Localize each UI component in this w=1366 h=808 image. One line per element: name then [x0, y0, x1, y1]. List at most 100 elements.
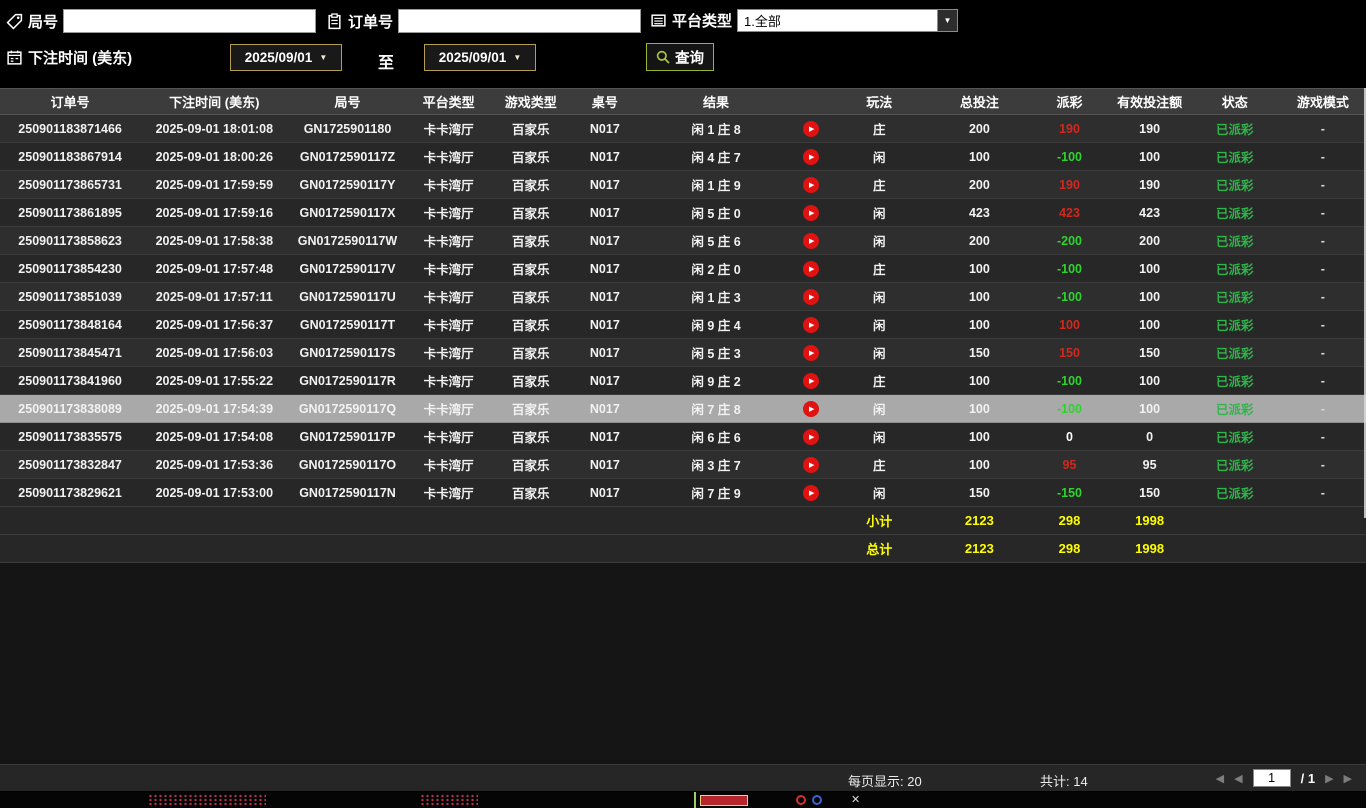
total-label: 总计: [829, 534, 930, 563]
page-input[interactable]: [1252, 769, 1291, 787]
cell-game-type: 百家乐: [490, 338, 571, 367]
column-header-result: 结果: [638, 88, 830, 115]
cell-result: 闲 6 庄 6 ▶: [638, 422, 830, 451]
cell-bet-time: 2025-09-01 17:54:08: [140, 422, 289, 451]
video-play-icon[interactable]: ▶: [793, 428, 829, 445]
cell-round-no: GN0172590117W: [288, 226, 407, 255]
prev-page-button[interactable]: ◀: [1234, 772, 1242, 785]
table-row[interactable]: 250901173838089 2025-09-01 17:54:39 GN01…: [0, 394, 1366, 423]
footer-bar: 每页显示: 20 共计: 14 ◀ ◀ / 1 ▶ ▶: [0, 764, 1366, 792]
video-play-icon[interactable]: ▶: [793, 372, 829, 389]
table-row[interactable]: 250901173845471 2025-09-01 17:56:03 GN01…: [0, 338, 1366, 367]
platform-select[interactable]: 1.全部 ▼: [737, 9, 959, 32]
first-page-button[interactable]: ◀: [1216, 772, 1224, 785]
result-text: 闲 7 庄 8: [691, 403, 741, 417]
cell-total-bet: 100: [929, 282, 1030, 311]
video-play-icon[interactable]: ▶: [793, 120, 829, 137]
last-page-button[interactable]: ▶: [1344, 772, 1352, 785]
cell-result: 闲 9 庄 2 ▶: [638, 366, 830, 395]
cell-play: 闲: [829, 422, 930, 451]
column-header-order-no: 订单号: [0, 88, 141, 115]
cell-round-no: GN0172590117V: [288, 254, 407, 283]
cell-total-bet: 200: [929, 114, 1030, 143]
table-row[interactable]: 250901173835575 2025-09-01 17:54:08 GN01…: [0, 422, 1366, 451]
table-row[interactable]: 250901173858623 2025-09-01 17:58:38 GN01…: [0, 226, 1366, 255]
table-body: 250901183871466 2025-09-01 18:01:08 GN17…: [0, 114, 1366, 507]
video-play-icon[interactable]: ▶: [793, 316, 829, 333]
bet-time-filter-group: 下注时间 (美东): [6, 47, 132, 68]
background-window-strip: ✕: [0, 792, 1366, 808]
cell-play: 闲: [829, 478, 930, 507]
search-button[interactable]: 查询: [646, 43, 714, 71]
cell-play: 闲: [829, 310, 930, 339]
cell-result: 闲 1 庄 8 ▶: [638, 114, 830, 143]
table-row[interactable]: 250901173861895 2025-09-01 17:59:16 GN01…: [0, 198, 1366, 227]
cell-bet-time: 2025-09-01 17:58:38: [140, 226, 289, 255]
cell-status: 已派彩: [1189, 254, 1280, 283]
result-text: 闲 1 庄 9: [691, 179, 741, 193]
video-play-icon[interactable]: ▶: [793, 204, 829, 221]
tag-icon: [6, 13, 23, 30]
cell-round-no: GN0172590117Y: [288, 170, 407, 199]
cell-platform: 卡卡湾厅: [406, 170, 491, 199]
table-row[interactable]: 250901173841960 2025-09-01 17:55:22 GN01…: [0, 366, 1366, 395]
next-page-button[interactable]: ▶: [1325, 772, 1333, 785]
cell-order-no: 250901173865731: [0, 170, 141, 199]
cell-game-mode: -: [1279, 310, 1366, 339]
dropdown-arrow-icon: ▼: [319, 53, 328, 62]
table-row[interactable]: 250901183871466 2025-09-01 18:01:08 GN17…: [0, 114, 1366, 143]
video-play-icon[interactable]: ▶: [793, 260, 829, 277]
clipboard-icon: [326, 12, 343, 30]
video-play-icon[interactable]: ▶: [793, 148, 829, 165]
cell-bet-time: 2025-09-01 17:57:48: [140, 254, 289, 283]
result-text: 闲 3 庄 7: [691, 459, 741, 473]
cell-result: 闲 7 庄 8 ▶: [638, 394, 830, 423]
cell-play: 闲: [829, 394, 930, 423]
cell-play: 庄: [829, 366, 930, 395]
date-to-button[interactable]: 2025/09/01 ▼: [424, 44, 536, 71]
cell-total-bet: 100: [929, 450, 1030, 479]
cell-play: 闲: [829, 338, 930, 367]
cell-round-no: GN1725901180: [288, 114, 407, 143]
cell-total-bet: 100: [929, 254, 1030, 283]
round-input[interactable]: [63, 9, 317, 33]
table-row[interactable]: 250901173832847 2025-09-01 17:53:36 GN01…: [0, 450, 1366, 479]
cell-result: 闲 7 庄 9 ▶: [638, 478, 830, 507]
order-input[interactable]: [398, 9, 642, 33]
cell-round-no: GN0172590117X: [288, 198, 407, 227]
table-row[interactable]: 250901173829621 2025-09-01 17:53:00 GN01…: [0, 478, 1366, 507]
cell-play: 庄: [829, 450, 930, 479]
result-text: 闲 9 庄 4: [691, 319, 741, 333]
cell-platform: 卡卡湾厅: [406, 338, 491, 367]
video-play-icon[interactable]: ▶: [793, 176, 829, 193]
table-row[interactable]: 250901173854230 2025-09-01 17:57:48 GN01…: [0, 254, 1366, 283]
table-row[interactable]: 250901173851039 2025-09-01 17:57:11 GN01…: [0, 282, 1366, 311]
roadmap-dots: [148, 794, 266, 807]
cell-valid-bet: 423: [1109, 198, 1190, 227]
cell-payout: -100: [1029, 394, 1110, 423]
table-row[interactable]: 250901173848164 2025-09-01 17:56:37 GN01…: [0, 310, 1366, 339]
cell-table-no: N017: [570, 254, 639, 283]
search-icon: [656, 50, 670, 64]
video-play-icon[interactable]: ▶: [793, 456, 829, 473]
column-header-total-bet: 总投注: [929, 88, 1030, 115]
column-header-round-no: 局号: [288, 88, 407, 115]
cell-status: 已派彩: [1189, 310, 1280, 339]
calendar-icon: [6, 49, 23, 66]
column-header-status: 状态: [1189, 88, 1280, 115]
table-row[interactable]: 250901183867914 2025-09-01 18:00:26 GN01…: [0, 142, 1366, 171]
video-play-icon[interactable]: ▶: [793, 344, 829, 361]
bet-time-label: 下注时间 (美东): [28, 50, 133, 67]
cell-total-bet: 200: [929, 226, 1030, 255]
column-header-table-no: 桌号: [570, 88, 639, 115]
video-play-icon[interactable]: ▶: [793, 484, 829, 501]
cell-platform: 卡卡湾厅: [406, 254, 491, 283]
column-header-payout: 派彩: [1029, 88, 1110, 115]
video-play-icon[interactable]: ▶: [793, 400, 829, 417]
video-play-icon[interactable]: ▶: [793, 288, 829, 305]
date-from-button[interactable]: 2025/09/01 ▼: [230, 44, 342, 71]
video-play-icon[interactable]: ▶: [793, 232, 829, 249]
table-row[interactable]: 250901173865731 2025-09-01 17:59:59 GN01…: [0, 170, 1366, 199]
list-icon: [650, 12, 667, 29]
summary-body: 小计 2123 298 1998 总计 2123 298 1998: [0, 506, 1366, 563]
